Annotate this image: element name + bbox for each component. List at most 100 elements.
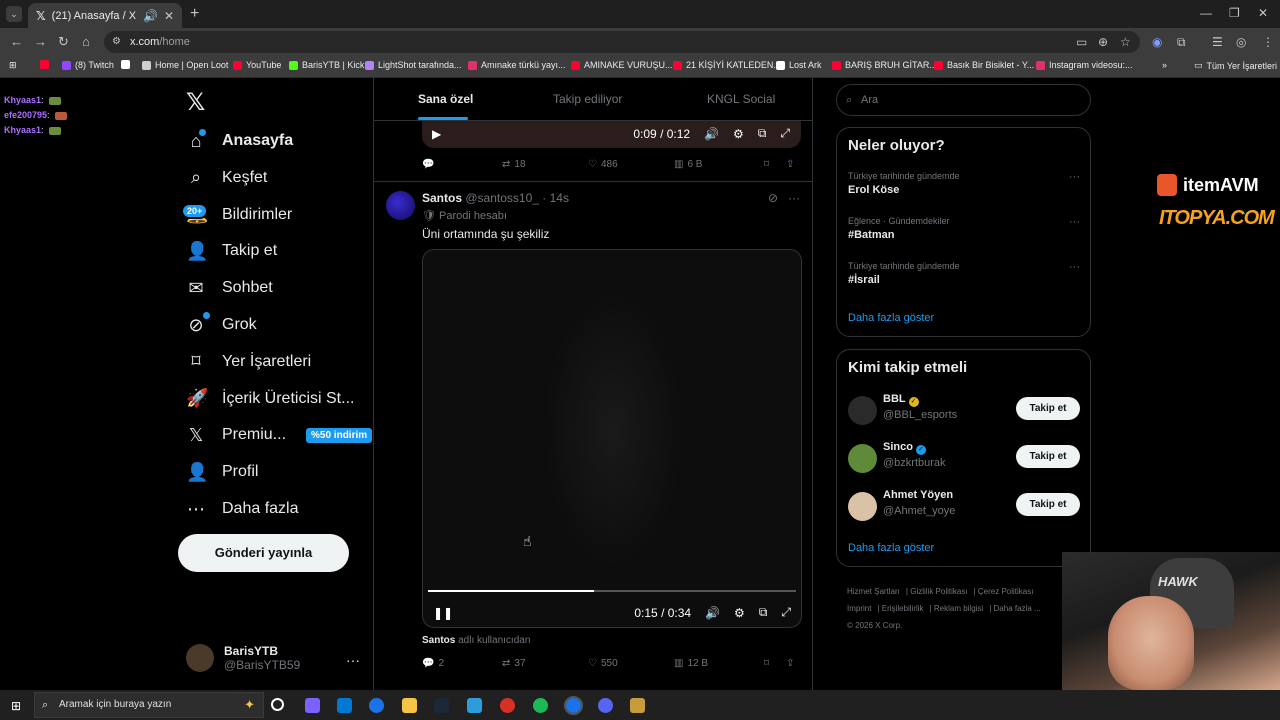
reply-button[interactable]: 💬 2 — [422, 658, 502, 669]
suggested-account[interactable]: BBL ✓ @BBL_esports Takip et — [848, 393, 1080, 429]
more-icon[interactable]: ··· — [1069, 216, 1080, 228]
footer-link[interactable]: Imprint — [847, 604, 871, 613]
nav-item-x[interactable]: 𝕏 Premiu... %50 indirim — [186, 420, 373, 450]
cortana-icon[interactable] — [271, 698, 284, 711]
tab-for-you[interactable]: Sana özel — [418, 92, 473, 106]
more-icon[interactable]: ··· — [1069, 171, 1080, 183]
x-logo-icon[interactable]: 𝕏 — [186, 88, 205, 117]
retweet-button[interactable]: ⇄ 18 — [502, 159, 588, 170]
show-more-link[interactable]: Daha fazla göster — [848, 542, 934, 554]
chrome-icon[interactable] — [369, 698, 384, 713]
cast-icon[interactable]: ▭ — [1076, 35, 1087, 49]
author-name[interactable]: Santos — [422, 191, 462, 205]
nav-item-rocket[interactable]: 🚀 İçerik Üreticisi St... — [186, 384, 354, 414]
all-bookmarks[interactable]: ▭ Tüm Yer İşaretleri — [1194, 60, 1277, 71]
more-icon[interactable]: ··· — [1069, 261, 1080, 273]
play-icon[interactable]: ▶ — [432, 127, 441, 141]
zoom-icon[interactable]: ⊕ — [1098, 35, 1108, 49]
search-input[interactable]: ⌕ Ara — [836, 84, 1091, 116]
bookmark-button[interactable]: ⌑ — [764, 658, 786, 669]
bookmark-button[interactable]: ⌑ — [764, 159, 786, 170]
show-more-link[interactable]: Daha fazla göster — [848, 312, 934, 324]
address-bar[interactable]: ⚙ x.com/home — [104, 31, 1140, 53]
fullscreen-icon[interactable]: ⤢ — [781, 605, 791, 620]
bookmark-item[interactable]: AMINAKE VURUŞU... — [571, 60, 673, 70]
footer-link[interactable]: Gizlilik Politikası — [910, 587, 967, 596]
tweet1-video[interactable]: ▶ 0:09 / 0:12 🔊 ⚙ ⧉ ⤢ — [422, 121, 801, 148]
author-handle[interactable]: @santoss10_ — [465, 191, 539, 205]
bookmark-item[interactable]: Lost Ark — [776, 60, 822, 70]
like-button[interactable]: ♡ 550 — [588, 658, 674, 669]
site-info-icon[interactable]: ⚙ — [112, 31, 121, 53]
nav-item-mail[interactable]: ✉ Sohbet — [186, 273, 272, 303]
trend-item[interactable]: Türkiye tarihinde gündemde Erol Köse ··· — [848, 171, 1080, 196]
app-icon[interactable] — [467, 698, 482, 713]
settings-icon[interactable]: ⚙ — [733, 127, 744, 141]
pause-icon[interactable]: ❚❚ — [433, 606, 453, 620]
footer-link[interactable]: Erişilebilirlik — [882, 604, 924, 613]
file-explorer-icon[interactable] — [402, 698, 417, 713]
footer-link[interactable]: Hizmet Şartları — [847, 587, 900, 596]
nav-item-grok[interactable]: ⊘ Grok — [186, 310, 256, 340]
video-progress-bar[interactable] — [428, 590, 796, 592]
grok-icon[interactable]: ⊘ — [768, 191, 778, 205]
reload-icon[interactable]: ↻ — [58, 34, 69, 50]
tab-kngl-social[interactable]: KNGL Social — [707, 92, 775, 106]
obs-icon[interactable] — [500, 698, 515, 713]
suggested-account[interactable]: Sinco ✓ @bzkrtburak Takip et — [848, 441, 1080, 477]
extension-icon[interactable]: ◉ — [1152, 35, 1162, 49]
back-icon[interactable]: ← — [10, 34, 23, 49]
close-window-icon[interactable]: ✕ — [1258, 6, 1268, 20]
league-icon[interactable] — [630, 698, 645, 713]
more-bookmarks-icon[interactable]: » — [1162, 60, 1167, 70]
bookmark-item[interactable]: BARIŞ BRUH GİTAR... — [832, 60, 937, 70]
follow-button[interactable]: Takip et — [1016, 445, 1080, 468]
star-icon[interactable]: ☆ — [1120, 35, 1131, 49]
browser-menu-icon[interactable]: ⋮ — [1262, 35, 1274, 49]
new-tab-icon[interactable]: + — [190, 5, 199, 23]
views-button[interactable]: ▥ 12 B — [674, 658, 764, 669]
like-button[interactable]: ♡ 486 — [588, 159, 674, 170]
post-button[interactable]: Gönderi yayınla — [178, 534, 349, 572]
bookmark-item[interactable]: YouTube — [233, 60, 281, 70]
discord-icon[interactable] — [598, 698, 613, 713]
spotify-icon[interactable] — [533, 698, 548, 713]
tweet-time[interactable]: · 14s — [542, 191, 569, 205]
volume-icon[interactable]: 🔊 — [705, 606, 720, 620]
bookmark-item[interactable]: (8) Twitch — [62, 60, 114, 70]
bookmark-item[interactable]: 21 KİŞİYİ KATLEDEN... — [673, 60, 781, 70]
forward-icon[interactable]: → — [34, 34, 47, 49]
more-icon[interactable]: ··· — [788, 191, 800, 205]
pip-icon[interactable]: ⧉ — [758, 126, 767, 141]
bookmark-item[interactable]: LightShot tarafında... — [365, 60, 462, 70]
suggested-account[interactable]: Ahmet Yöyen @Ahmet_yoye Takip et — [848, 489, 1080, 525]
footer-link[interactable]: Reklam bilgisi — [934, 604, 983, 613]
follow-button[interactable]: Takip et — [1016, 493, 1080, 516]
windows-start-icon[interactable]: ⊞ — [11, 699, 21, 713]
fullscreen-icon[interactable]: ⤢ — [780, 126, 790, 141]
tab-search-icon[interactable]: ⌄ — [6, 6, 22, 22]
volume-icon[interactable]: 🔊 — [704, 127, 719, 141]
retweet-button[interactable]: ⇄ 37 — [502, 658, 588, 669]
chrome-active-icon[interactable] — [564, 696, 583, 715]
nav-item-search[interactable]: ⌕ Keşfet — [186, 163, 267, 193]
bookmark-item[interactable]: Home | Open Loot — [142, 60, 228, 70]
bookmark-item[interactable]: Instagram videosu:... — [1036, 60, 1133, 70]
trend-item[interactable]: Türkiye tarihinde gündemde #İsrail ··· — [848, 261, 1080, 286]
pip-icon[interactable]: ⧉ — [759, 605, 768, 620]
minimize-icon[interactable]: — — [1200, 6, 1212, 20]
views-button[interactable]: ▥ 6 B — [674, 159, 764, 170]
footer-link[interactable]: Daha fazla ... — [994, 604, 1041, 613]
nav-item-more-circle[interactable]: ⋯ Daha fazla — [186, 494, 299, 524]
speaker-icon[interactable]: 🔊 — [143, 9, 158, 23]
bookmark-item[interactable] — [40, 60, 49, 69]
avatar[interactable] — [386, 191, 415, 220]
account-more-icon[interactable]: ··· — [346, 652, 360, 668]
restore-icon[interactable]: ❐ — [1229, 6, 1240, 20]
taskbar-search[interactable]: ⌕ Aramak için buraya yazın ✦ — [34, 692, 264, 718]
profile-icon[interactable]: ◎ — [1236, 35, 1246, 49]
bookmark-item[interactable] — [121, 60, 130, 69]
footer-link[interactable]: Çerez Politikası — [978, 587, 1034, 596]
share-button[interactable]: ⇪ — [786, 658, 794, 669]
bookmark-item[interactable]: BarisYTB | Kick — [289, 60, 364, 70]
